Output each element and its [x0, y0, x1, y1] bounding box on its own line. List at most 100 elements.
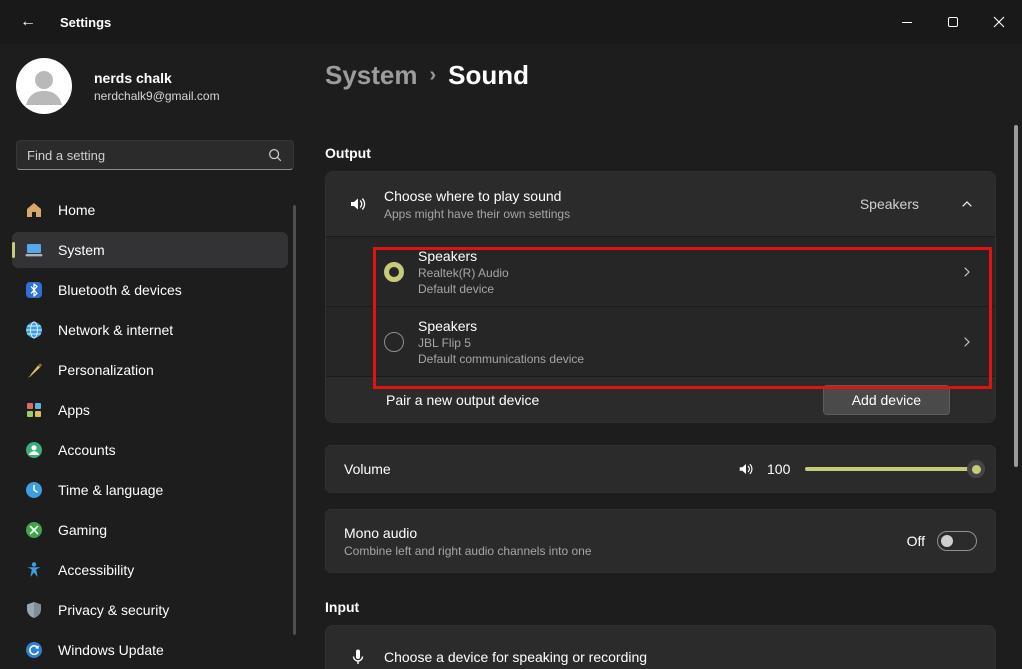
volume-speaker-icon: [737, 460, 755, 478]
sidebar-item-label: Home: [58, 202, 95, 218]
chevron-right-icon: [959, 264, 975, 280]
device-name: Speakers: [418, 248, 509, 264]
choose-output-header[interactable]: Choose where to play sound Apps might ha…: [326, 172, 995, 236]
bluetooth-icon: [24, 280, 44, 300]
speaker-icon: [348, 194, 368, 214]
sidebar-item-label: Apps: [58, 402, 90, 418]
choose-output-subtitle: Apps might have their own settings: [384, 207, 570, 221]
main-scrollbar[interactable]: [1014, 125, 1018, 467]
pair-device-label: Pair a new output device: [386, 392, 539, 408]
sidebar-item-label: Accounts: [58, 442, 116, 458]
sidebar-nav: Home System Bluetooth & devices Network …: [0, 192, 300, 669]
close-button[interactable]: [976, 0, 1022, 44]
chevron-right-icon: [959, 334, 975, 350]
profile-block[interactable]: nerds chalk nerdchalk9@gmail.com: [16, 58, 220, 114]
sidebar: nerds chalk nerdchalk9@gmail.com Home Sy…: [0, 44, 300, 669]
volume-value: 100: [767, 461, 793, 477]
sidebar-item-home[interactable]: Home: [12, 192, 288, 228]
back-button[interactable]: ←: [8, 5, 48, 39]
sidebar-item-gaming[interactable]: Gaming: [12, 512, 288, 548]
search-icon: [267, 147, 283, 163]
output-section-label: Output: [325, 145, 996, 161]
time-language-icon: [24, 480, 44, 500]
accessibility-icon: [24, 560, 44, 580]
network-icon: [24, 320, 44, 340]
microphone-icon: [348, 647, 368, 667]
system-icon: [24, 240, 44, 260]
minimize-icon: [902, 22, 912, 23]
avatar: [16, 58, 72, 114]
maximize-button[interactable]: [930, 0, 976, 44]
mono-audio-subtitle: Combine left and right audio channels in…: [344, 544, 592, 558]
device-status: Default device: [418, 282, 509, 296]
window-title: Settings: [60, 15, 111, 30]
titlebar: ← Settings: [0, 0, 1022, 44]
output-device-row-realtek[interactable]: Speakers Realtek(R) Audio Default device: [326, 236, 995, 306]
sidebar-item-label: Time & language: [58, 482, 163, 498]
search-box[interactable]: [16, 140, 294, 170]
pair-device-row: Pair a new output device Add device: [326, 376, 995, 422]
mono-audio-title: Mono audio: [344, 525, 592, 541]
sidebar-item-label: Network & internet: [58, 322, 173, 338]
radio-unselected[interactable]: [384, 332, 404, 352]
sidebar-item-label: Privacy & security: [58, 602, 169, 618]
volume-slider-thumb[interactable]: [967, 460, 985, 478]
device-status: Default communications device: [418, 352, 584, 366]
radio-selected[interactable]: [384, 262, 404, 282]
person-icon: [16, 58, 72, 114]
gaming-icon: [24, 520, 44, 540]
breadcrumb-separator: ›: [430, 64, 437, 87]
apps-icon: [24, 400, 44, 420]
sidebar-item-system[interactable]: System: [12, 232, 288, 268]
main-content: System › Sound Output Choose where to pl…: [325, 44, 996, 669]
sidebar-item-personalization[interactable]: Personalization: [12, 352, 288, 388]
privacy-security-icon: [24, 600, 44, 620]
profile-email: nerdchalk9@gmail.com: [94, 89, 220, 103]
chevron-up-icon: [959, 196, 975, 212]
add-device-button[interactable]: Add device: [823, 385, 950, 415]
maximize-icon: [948, 17, 958, 27]
sidebar-item-apps[interactable]: Apps: [12, 392, 288, 428]
personalization-icon: [24, 360, 44, 380]
sidebar-item-label: Bluetooth & devices: [58, 282, 182, 298]
minimize-button[interactable]: [884, 0, 930, 44]
choose-input-header[interactable]: Choose a device for speaking or recordin…: [325, 625, 996, 669]
mono-toggle-state: Off: [907, 533, 925, 549]
output-device-card: Choose where to play sound Apps might ha…: [325, 171, 996, 423]
breadcrumb: System › Sound: [325, 44, 996, 91]
volume-label: Volume: [344, 461, 391, 477]
close-icon: [993, 16, 1005, 28]
home-icon: [24, 200, 44, 220]
sidebar-item-label: Personalization: [58, 362, 154, 378]
sidebar-item-label: Gaming: [58, 522, 107, 538]
device-name: Speakers: [418, 318, 584, 334]
sidebar-item-time-language[interactable]: Time & language: [12, 472, 288, 508]
profile-name: nerds chalk: [94, 70, 220, 86]
device-detail: JBL Flip 5: [418, 336, 584, 350]
sidebar-item-network-internet[interactable]: Network & internet: [12, 312, 288, 348]
page-title: Sound: [448, 60, 529, 91]
sidebar-scrollbar[interactable]: [293, 205, 296, 635]
input-section-label: Input: [325, 599, 996, 615]
breadcrumb-system[interactable]: System: [325, 60, 418, 91]
windows-update-icon: [24, 640, 44, 660]
sidebar-item-accessibility[interactable]: Accessibility: [12, 552, 288, 588]
choose-output-title: Choose where to play sound: [384, 188, 570, 204]
mono-audio-toggle[interactable]: [937, 531, 977, 551]
sidebar-item-bluetooth-devices[interactable]: Bluetooth & devices: [12, 272, 288, 308]
sidebar-item-label: System: [58, 242, 105, 258]
output-device-row-jbl[interactable]: Speakers JBL Flip 5 Default communicatio…: [326, 306, 995, 376]
back-arrow-icon: ←: [20, 13, 36, 31]
selected-output-value: Speakers: [860, 196, 919, 212]
accounts-icon: [24, 440, 44, 460]
sidebar-item-windows-update[interactable]: Windows Update: [12, 632, 288, 668]
search-input[interactable]: [17, 148, 267, 163]
device-detail: Realtek(R) Audio: [418, 266, 509, 280]
sidebar-item-label: Windows Update: [58, 642, 164, 658]
volume-slider-track[interactable]: [805, 467, 985, 471]
volume-card: Volume 100: [325, 445, 996, 493]
sidebar-item-privacy-security[interactable]: Privacy & security: [12, 592, 288, 628]
volume-slider[interactable]: [805, 460, 985, 478]
sidebar-item-accounts[interactable]: Accounts: [12, 432, 288, 468]
choose-input-title: Choose a device for speaking or recordin…: [384, 649, 647, 665]
